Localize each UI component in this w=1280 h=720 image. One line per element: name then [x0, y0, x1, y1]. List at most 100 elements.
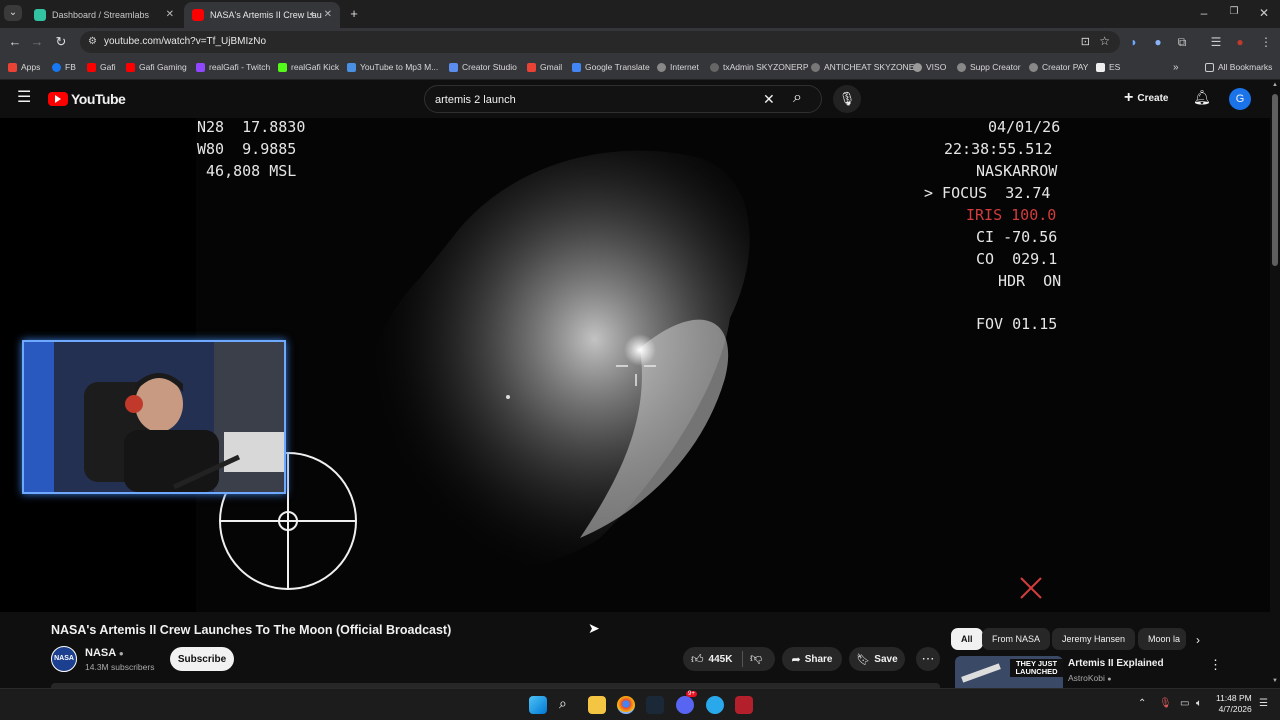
extension-wave-icon[interactable]: ◗	[1126, 34, 1142, 50]
discord-icon[interactable]: 9+	[676, 691, 697, 714]
chip-moon-launch[interactable]: Moon la	[1138, 628, 1186, 650]
speaker-icon[interactable]: 🔈︎	[310, 9, 316, 20]
recommended-thumbnail[interactable]: THEY JUST LAUNCHED	[955, 656, 1063, 688]
recommended-title[interactable]: Artemis II Explained	[1068, 658, 1164, 669]
notifications-bell-icon[interactable]: 🔔︎	[1193, 89, 1211, 106]
facebook-icon	[52, 62, 61, 72]
extensions-puzzle-icon[interactable]: ⧉	[1174, 34, 1190, 50]
tab-streamlabs[interactable]: Dashboard / Streamlabs ✕	[26, 2, 182, 28]
bookmark-es[interactable]: ES	[1096, 62, 1120, 72]
forward-button[interactable]: →	[28, 34, 46, 50]
recommended-channel[interactable]: AstroKobi ●	[1068, 673, 1111, 683]
profile-avatar-icon[interactable]: ●	[1232, 34, 1248, 50]
bookmark-gafi-gaming[interactable]: Gafi Gaming	[126, 62, 187, 72]
recommended-more-icon[interactable]: ⋮	[1209, 657, 1222, 673]
account-avatar[interactable]: G	[1229, 88, 1251, 110]
minimize-button[interactable]: –	[1194, 6, 1214, 20]
bookmark-txadmin[interactable]: txAdmin SKYZONERP	[710, 62, 809, 72]
microphone-icon[interactable]: 🎙︎	[1159, 698, 1172, 709]
file-explorer-icon[interactable]	[588, 696, 606, 714]
bookmark-creator-studio[interactable]: Creator Studio	[449, 62, 517, 72]
browser-menu-icon[interactable]: ⋮	[1258, 34, 1274, 50]
bookmark-fb[interactable]: FB	[52, 62, 76, 72]
network-icon[interactable]: ▭	[1180, 698, 1189, 709]
close-tab-icon[interactable]: ✕	[166, 9, 174, 20]
steam-icon[interactable]	[646, 696, 664, 714]
bookmark-viso[interactable]: VISO	[913, 62, 946, 72]
volume-icon[interactable]: 🔈︎	[1196, 698, 1202, 709]
bookmark-kick[interactable]: realGafi Kick	[278, 62, 339, 72]
search-box[interactable]: artemis 2 launch ✕ ⌕	[424, 85, 822, 113]
bookmark-anticheat[interactable]: ANTICHEAT SKYZONE	[811, 62, 914, 72]
bookmark-translate[interactable]: Google Translate	[572, 62, 650, 72]
chip-jeremy-hansen[interactable]: Jeremy Hansen	[1052, 628, 1136, 650]
hud-co: CO 029.1	[976, 250, 1058, 268]
bookmark-creator-pay[interactable]: Creator PAY	[1029, 62, 1088, 72]
dislike-thumb-icon[interactable]: 👎︎	[750, 651, 762, 666]
windows-start-icon[interactable]	[529, 696, 547, 714]
like-dislike-group: 👍︎ 445K 👎︎	[683, 647, 775, 671]
back-button[interactable]: ←	[6, 34, 24, 50]
bookmark-internet[interactable]: Internet	[657, 62, 699, 72]
hud-focus: > FOCUS 32.74	[924, 184, 1051, 202]
taskbar-search-icon[interactable]: ⌕	[559, 695, 567, 712]
youtube-logo[interactable]: YouTube	[48, 91, 126, 107]
app-a-icon[interactable]	[735, 696, 753, 714]
channel-name[interactable]: NASA ●	[85, 647, 124, 659]
like-thumb-icon[interactable]: 👍︎	[691, 652, 704, 667]
create-label: Create	[1137, 92, 1169, 104]
taskbar-clock[interactable]: 11:48 PM 4/7/2026	[1216, 693, 1252, 715]
scrollbar-thumb[interactable]	[1272, 94, 1278, 266]
hamburger-menu-icon[interactable]: ☰	[17, 90, 31, 106]
hud-longitude: W80 9.9885	[197, 140, 297, 158]
tab-search-button[interactable]: ⌄	[4, 5, 22, 21]
bookmark-save-icon: 🔖︎	[856, 653, 871, 666]
chrome-taskbar-icon[interactable]	[617, 696, 635, 714]
new-tab-button[interactable]: +	[345, 6, 363, 22]
search-icon[interactable]: ⌕	[793, 89, 802, 107]
extension-circle-icon[interactable]: ●	[1150, 34, 1166, 50]
like-count[interactable]: 445K	[709, 654, 733, 665]
telegram-icon[interactable]	[706, 696, 724, 714]
more-actions-button[interactable]: ⋯	[916, 647, 940, 671]
bookmark-label: ES	[1109, 62, 1121, 72]
search-input[interactable]: artemis 2 launch	[435, 94, 516, 106]
save-button[interactable]: 🔖︎ Save	[849, 647, 905, 671]
create-button[interactable]: + Create	[1124, 90, 1168, 106]
chip-all[interactable]: All	[951, 628, 983, 650]
install-icon[interactable]: ⊡	[1081, 35, 1090, 48]
scroll-up-icon[interactable]: ▲	[1272, 82, 1278, 88]
notification-center-icon[interactable]: ☰	[1259, 698, 1268, 709]
bookmark-gmail[interactable]: Gmail	[527, 62, 562, 72]
bookmark-supp-creator[interactable]: Supp Creator	[957, 62, 1021, 72]
close-tab-icon[interactable]: ✕	[324, 9, 332, 20]
tab-youtube-active[interactable]: NASA's Artemis II Crew Lau 🔈︎ ✕	[184, 2, 340, 28]
share-button[interactable]: ➦ Share	[782, 647, 842, 671]
reload-button[interactable]: ↻	[52, 34, 70, 50]
tab-groups-icon[interactable]: ☰	[1208, 34, 1224, 50]
anticheat-icon	[811, 62, 820, 72]
bookmark-apps[interactable]: Apps	[8, 62, 40, 72]
bookmark-gafi[interactable]: Gafi	[87, 62, 116, 72]
bookmark-twitch[interactable]: realGafi - Twitch	[196, 62, 270, 72]
chips-next-icon[interactable]: ›	[1196, 633, 1200, 647]
apps-grid-icon	[8, 62, 17, 72]
bookmark-star-icon[interactable]: ☆	[1099, 34, 1110, 48]
site-info-icon[interactable]: ⚙	[88, 36, 97, 47]
page-scrollbar[interactable]: ▲ ▼	[1270, 80, 1280, 688]
voice-search-icon[interactable]: 🎙︎	[833, 85, 861, 113]
address-bar[interactable]: ⚙ youtube.com/watch?v=Tf_UjBMIzNo ⊡ ☆	[80, 31, 1120, 53]
share-label: Share	[804, 653, 833, 665]
bookmark-yt-mp3[interactable]: YouTube to Mp3 M...	[347, 62, 438, 72]
chip-from-nasa[interactable]: From NASA	[982, 628, 1051, 650]
clear-search-icon[interactable]: ✕	[763, 91, 775, 108]
close-window-button[interactable]: ✕	[1254, 6, 1274, 20]
nasa-channel-avatar[interactable]: NASA	[51, 646, 77, 672]
all-bookmarks[interactable]: All Bookmarks	[1205, 62, 1272, 72]
bookmarks-overflow-icon[interactable]: »	[1173, 62, 1179, 73]
tray-overflow-icon[interactable]: ⌃	[1138, 698, 1146, 709]
bookmark-label: Creator Studio	[462, 62, 517, 72]
scroll-down-icon[interactable]: ▼	[1272, 678, 1278, 684]
subscribe-button[interactable]: Subscribe	[170, 647, 234, 671]
maximize-button[interactable]: ❐	[1224, 6, 1244, 17]
